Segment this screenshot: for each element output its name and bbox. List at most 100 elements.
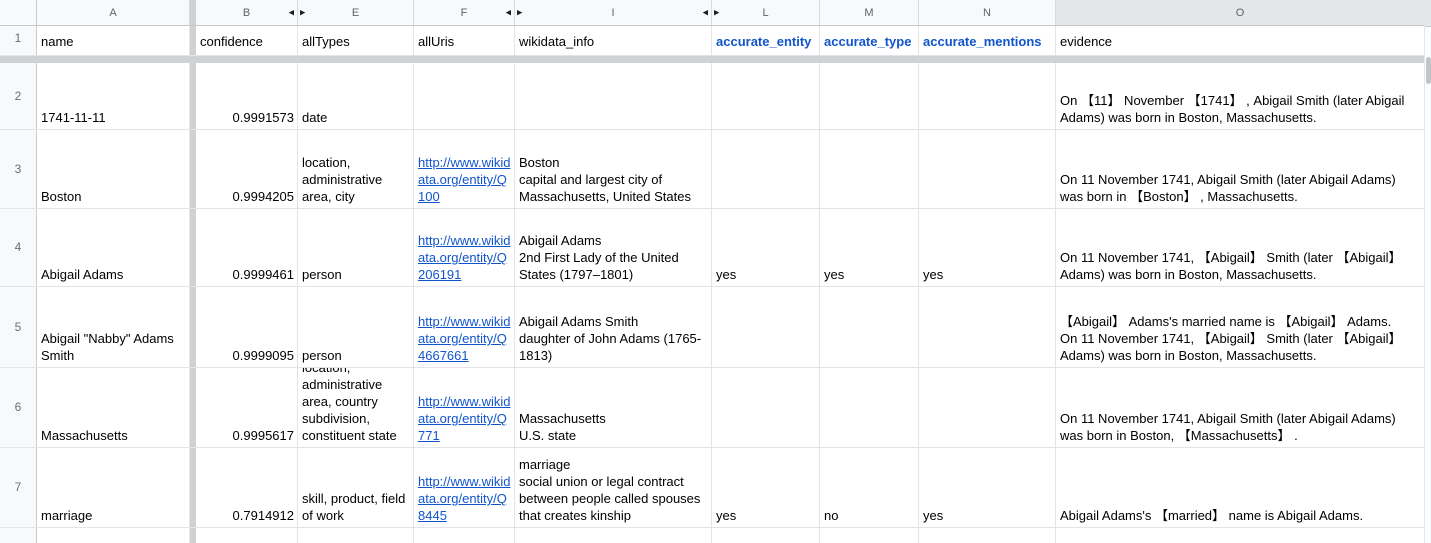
- row-number[interactable]: 4: [0, 209, 37, 286]
- cell-accurate-entity[interactable]: yes: [712, 448, 820, 527]
- wikidata-entity-link[interactable]: http://www.wikidata.org/entity/Q206191: [418, 232, 511, 283]
- cell-accurate-type[interactable]: yes: [820, 209, 919, 286]
- cell-accurate-mentions[interactable]: yes: [919, 209, 1056, 286]
- cell-alluris[interactable]: http://www.wikidata.org/entity/Q4667661: [414, 287, 515, 367]
- row-number[interactable]: 1: [0, 26, 37, 55]
- header-cell-accurate-entity[interactable]: accurate_entity: [712, 26, 820, 55]
- cell-accurate-mentions[interactable]: [919, 368, 1056, 447]
- reveal-hidden-columns-left-icon[interactable]: ◀: [506, 9, 511, 16]
- cell-accurate-type[interactable]: [820, 528, 919, 543]
- cell-evidence[interactable]: Abigail Adams's 【married】 name is Abigai…: [1056, 448, 1424, 527]
- cell-alltypes[interactable]: person: [298, 287, 414, 367]
- cell-confidence[interactable]: 0.9999461: [196, 209, 298, 286]
- cell-evidence[interactable]: On 11 November 1741, Abigail Smith (late…: [1056, 130, 1424, 208]
- header-cell-accurate-mentions[interactable]: accurate_mentions: [919, 26, 1056, 55]
- reveal-hidden-columns-right-icon[interactable]: ▶: [300, 9, 305, 16]
- cell-alltypes[interactable]: [298, 528, 414, 543]
- cell-accurate-mentions[interactable]: [919, 63, 1056, 129]
- cell-accurate-mentions[interactable]: yes: [919, 448, 1056, 527]
- column-header-m[interactable]: M: [820, 0, 919, 25]
- cell-alluris[interactable]: http://www.wikidata.org/entity/Q206191: [414, 209, 515, 286]
- column-header-a[interactable]: A: [37, 0, 190, 25]
- reveal-hidden-columns-right-icon[interactable]: ▶: [517, 9, 522, 16]
- cell-accurate-entity[interactable]: [712, 130, 820, 208]
- cell-name[interactable]: Abigail "Nabby" Adams Smith: [37, 287, 190, 367]
- scrollbar-thumb[interactable]: [1426, 57, 1431, 84]
- cell-accurate-mentions[interactable]: [919, 130, 1056, 208]
- cell-accurate-entity[interactable]: yes: [712, 209, 820, 286]
- header-cell-alltypes[interactable]: allTypes: [298, 26, 414, 55]
- cell-alluris[interactable]: [414, 63, 515, 129]
- cell-accurate-type[interactable]: [820, 63, 919, 129]
- cell-evidence[interactable]: On 【11】 November 【1741】 , Abigail Smith …: [1056, 63, 1424, 129]
- cell-wikidata-info[interactable]: Abigail Adams 2nd First Lady of the Unit…: [515, 209, 712, 286]
- cell-accurate-type[interactable]: [820, 368, 919, 447]
- column-header-n[interactable]: N: [919, 0, 1056, 25]
- cell-accurate-mentions[interactable]: [919, 528, 1056, 543]
- column-header-l[interactable]: ▶ L: [712, 0, 820, 25]
- cell-name[interactable]: Massachusetts: [37, 368, 190, 447]
- cell-accurate-type[interactable]: [820, 130, 919, 208]
- cell-wikidata-info[interactable]: Massachusetts U.S. state: [515, 368, 712, 447]
- cell-evidence[interactable]: 【Abigail】 Adams's married name is 【Abiga…: [1056, 287, 1424, 367]
- cell-confidence[interactable]: 0.9991573: [196, 63, 298, 129]
- cell-wikidata-info[interactable]: [515, 63, 712, 129]
- column-header-f[interactable]: F ◀: [414, 0, 515, 25]
- column-header-i[interactable]: ▶ I ◀: [515, 0, 712, 25]
- cell-alltypes[interactable]: person: [298, 209, 414, 286]
- cell-wikidata-info[interactable]: Abigail Adams Smith daughter of John Ada…: [515, 287, 712, 367]
- row-number[interactable]: 7: [0, 448, 37, 527]
- cell-confidence[interactable]: 0.9995617: [196, 368, 298, 447]
- cell-name[interactable]: 1741-11-11: [37, 63, 190, 129]
- cell-alluris[interactable]: [414, 528, 515, 543]
- cell-evidence[interactable]: [1056, 528, 1424, 543]
- cell-alluris[interactable]: http://www.wikidata.org/entity/Q8445: [414, 448, 515, 527]
- cell-accurate-entity[interactable]: [712, 63, 820, 129]
- column-header-o[interactable]: O: [1056, 0, 1424, 25]
- row-number[interactable]: 2: [0, 63, 37, 129]
- cell-alltypes[interactable]: skill, product, field of work: [298, 448, 414, 527]
- wikidata-entity-link[interactable]: http://www.wikidata.org/entity/Q8445: [418, 473, 511, 524]
- row-number[interactable]: [0, 528, 37, 543]
- reveal-hidden-columns-left-icon[interactable]: ◀: [289, 9, 294, 16]
- header-cell-accurate-type[interactable]: accurate_type: [820, 26, 919, 55]
- cell-alluris[interactable]: http://www.wikidata.org/entity/Q100: [414, 130, 515, 208]
- cell-wikidata-info[interactable]: marriage social union or legal contract …: [515, 448, 712, 527]
- header-cell-evidence[interactable]: evidence: [1056, 26, 1424, 55]
- cell-evidence[interactable]: On 11 November 1741, Abigail Smith (late…: [1056, 368, 1424, 447]
- cell-confidence[interactable]: [196, 528, 298, 543]
- cell-name[interactable]: Boston: [37, 130, 190, 208]
- header-cell-name[interactable]: name: [37, 26, 190, 55]
- reveal-hidden-columns-left-icon[interactable]: ◀: [703, 9, 708, 16]
- cell-accurate-mentions[interactable]: [919, 287, 1056, 367]
- frozen-row-divider[interactable]: [0, 56, 1431, 63]
- cell-accurate-entity[interactable]: [712, 287, 820, 367]
- cell-confidence[interactable]: 0.9994205: [196, 130, 298, 208]
- header-cell-confidence[interactable]: confidence: [196, 26, 298, 55]
- cell-accurate-type[interactable]: no: [820, 448, 919, 527]
- cell-accurate-entity[interactable]: [712, 528, 820, 543]
- cell-alltypes[interactable]: location, administrative area, country s…: [298, 368, 414, 447]
- column-header-e[interactable]: ▶ E: [298, 0, 414, 25]
- cell-alltypes[interactable]: location, administrative area, city: [298, 130, 414, 208]
- wikidata-entity-link[interactable]: http://www.wikidata.org/entity/Q4667661: [418, 313, 511, 364]
- cell-accurate-type[interactable]: [820, 287, 919, 367]
- header-cell-alluris[interactable]: allUris: [414, 26, 515, 55]
- column-header-b[interactable]: B ◀: [196, 0, 298, 25]
- cell-name[interactable]: marriage: [37, 448, 190, 527]
- row-number[interactable]: 3: [0, 130, 37, 208]
- cell-name[interactable]: [37, 528, 190, 543]
- cell-wikidata-info[interactable]: Boston capital and largest city of Massa…: [515, 130, 712, 208]
- row-number[interactable]: 6: [0, 368, 37, 447]
- wikidata-entity-link[interactable]: http://www.wikidata.org/entity/Q100: [418, 154, 511, 205]
- cell-alltypes[interactable]: date: [298, 63, 414, 129]
- row-number[interactable]: 5: [0, 287, 37, 367]
- cell-name[interactable]: Abigail Adams: [37, 209, 190, 286]
- header-cell-wikidata-info[interactable]: wikidata_info: [515, 26, 712, 55]
- cell-alluris[interactable]: http://www.wikidata.org/entity/Q771: [414, 368, 515, 447]
- cell-wikidata-info[interactable]: [515, 528, 712, 543]
- cell-evidence[interactable]: On 11 November 1741, 【Abigail】 Smith (la…: [1056, 209, 1424, 286]
- cell-confidence[interactable]: 0.9999095: [196, 287, 298, 367]
- cell-confidence[interactable]: 0.7914912: [196, 448, 298, 527]
- reveal-hidden-columns-right-icon[interactable]: ▶: [714, 9, 719, 16]
